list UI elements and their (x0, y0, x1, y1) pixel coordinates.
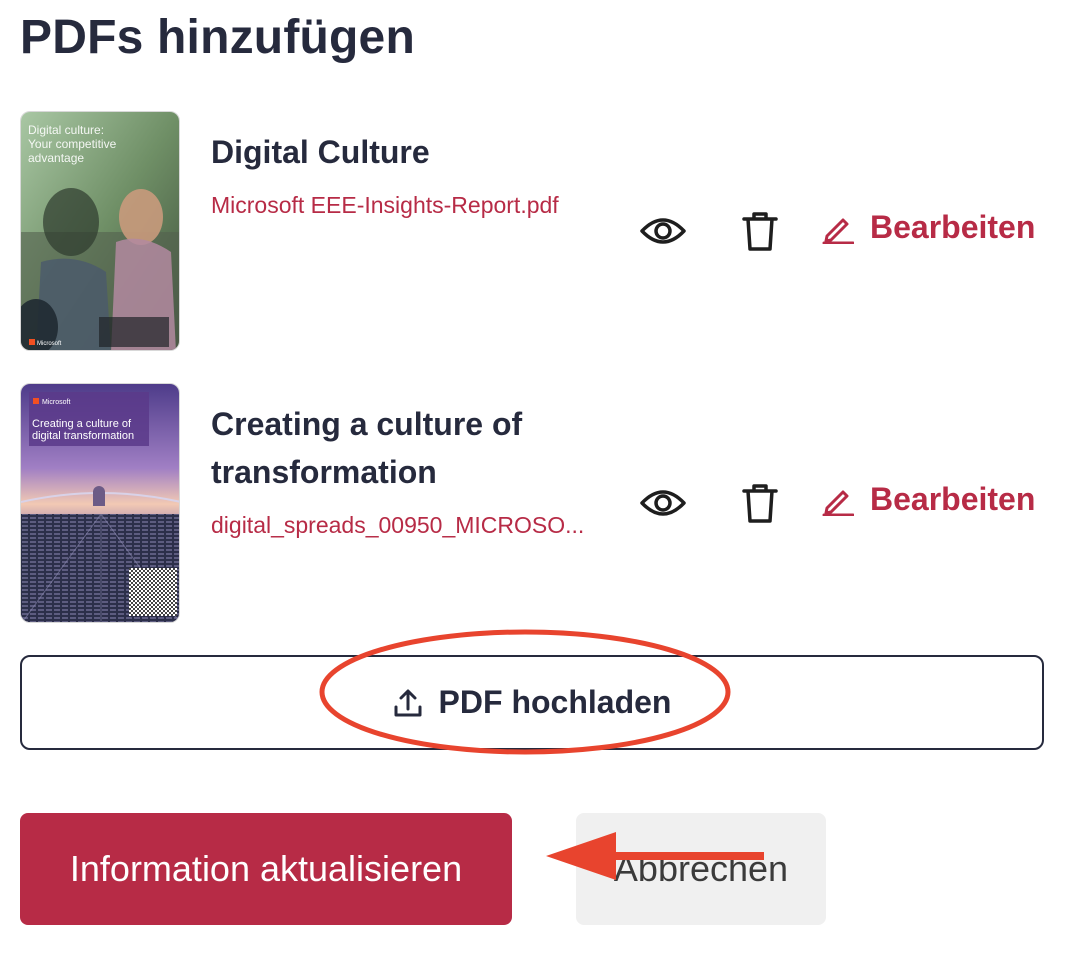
svg-text:Creating a culture of: Creating a culture of (32, 418, 132, 430)
cover-image-digital-culture: Digital culture: Your competitive advant… (21, 112, 179, 350)
pencil-icon (822, 212, 854, 244)
pdf-thumbnail[interactable]: Microsoft Creating a culture of digital … (20, 383, 180, 623)
svg-text:Your competitive: Your competitive (28, 137, 117, 151)
edit-label: Bearbeiten (870, 209, 1036, 245)
pdf-title: Digital Culture (211, 134, 430, 170)
edit-button[interactable]: Bearbeiten (822, 481, 1035, 518)
upload-pdf-button[interactable]: PDF hochladen (20, 655, 1044, 750)
trash-icon (742, 212, 778, 251)
pdf-item: Microsoft Creating a culture of digital … (20, 383, 1050, 623)
pdf-filename[interactable]: digital_spreads_00950_MICROSO... (211, 512, 597, 539)
svg-text:advantage: advantage (28, 151, 84, 165)
upload-label: PDF hochladen (438, 684, 672, 720)
update-info-button[interactable]: Information aktualisieren (20, 813, 512, 925)
section-title: PDFs hinzufügen (20, 11, 415, 64)
pdf-thumbnail[interactable]: Digital culture: Your competitive advant… (20, 111, 180, 351)
pdf-filename[interactable]: Microsoft EEE-Insights-Report.pdf (211, 192, 611, 219)
view-button[interactable] (638, 478, 688, 528)
trash-icon (742, 484, 778, 523)
edit-button[interactable]: Bearbeiten (822, 209, 1035, 246)
edit-label: Bearbeiten (870, 481, 1036, 517)
svg-text:Digital culture:: Digital culture: (28, 123, 104, 137)
svg-text:Microsoft: Microsoft (37, 341, 62, 347)
upload-icon (393, 688, 423, 718)
pdf-title: Creating a culture of transformation (211, 406, 523, 490)
pencil-icon (822, 484, 854, 516)
svg-text:Microsoft: Microsoft (42, 399, 70, 406)
delete-button[interactable] (735, 206, 785, 256)
cancel-button[interactable]: Abbrechen (576, 813, 826, 925)
cover-image-transformation: Microsoft Creating a culture of digital … (21, 384, 179, 622)
view-button[interactable] (638, 206, 688, 256)
svg-text:digital transformation: digital transformation (32, 430, 134, 442)
pdf-item: Digital culture: Your competitive advant… (20, 111, 1050, 351)
delete-button[interactable] (735, 478, 785, 528)
eye-icon (640, 218, 686, 244)
eye-icon (640, 490, 686, 516)
pdf-form: PDFs hinzufügen Digital culture: Your co… (0, 0, 1087, 975)
